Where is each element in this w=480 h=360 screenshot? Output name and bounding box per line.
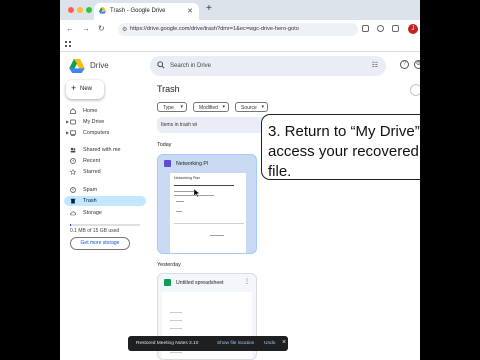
show-file-location-button[interactable]: Show file location xyxy=(217,341,254,346)
snackbar: Restored Meeting Notes 3.10 Show file lo… xyxy=(128,336,288,351)
star-icon xyxy=(70,169,76,175)
sidebar-item-spam[interactable]: Spam xyxy=(64,185,146,195)
storage-used-text: 0.1 MB of 15 GB used xyxy=(70,228,120,234)
cloud-icon xyxy=(70,211,76,216)
undo-button[interactable]: Undo xyxy=(264,341,275,346)
minimize-window-icon[interactable] xyxy=(77,7,83,13)
zoom-window-icon[interactable] xyxy=(86,7,92,13)
spam-icon xyxy=(70,187,76,193)
profile-avatar[interactable]: J xyxy=(408,24,418,34)
more-options-icon[interactable]: ⋮ xyxy=(244,278,250,285)
settings-icon[interactable]: ⚙ xyxy=(414,60,420,69)
apps-grid-icon[interactable] xyxy=(65,41,72,48)
clock-icon xyxy=(70,158,76,164)
file-name: Untitled spreadsheet xyxy=(176,280,224,286)
filter-type[interactable]: Type ▾ xyxy=(157,102,187,112)
plus-icon: + xyxy=(71,83,77,93)
install-app-icon[interactable] xyxy=(362,25,369,32)
snackbar-message: Restored Meeting Notes 3.10 xyxy=(136,341,199,346)
search-options-icon[interactable]: ☷ xyxy=(372,61,378,69)
site-info-icon[interactable]: ⚙ xyxy=(122,26,127,33)
reload-icon[interactable]: ↻ xyxy=(98,24,105,33)
chevron-down-icon: ▾ xyxy=(261,104,264,110)
sidebar-item-home[interactable]: Home xyxy=(64,106,146,116)
filter-label: Source xyxy=(241,105,257,111)
search-icon xyxy=(157,61,165,69)
sidebar-item-computers[interactable]: ▶ Computers xyxy=(64,128,146,138)
filter-label: Modified xyxy=(199,105,218,111)
docs-file-icon xyxy=(164,160,171,167)
filter-source[interactable]: Source ▾ xyxy=(235,102,268,112)
close-window-icon[interactable] xyxy=(68,7,74,13)
computer-icon xyxy=(70,130,76,136)
my-drive-icon xyxy=(70,119,76,125)
sidebar-item-shared[interactable]: Shared with me xyxy=(64,145,146,155)
sidebar-item-label: Recent xyxy=(83,158,101,164)
tutorial-callout: 3. Return to “My Drive” to access your r… xyxy=(261,114,420,180)
view-details-icon[interactable] xyxy=(410,84,420,96)
help-icon[interactable]: ? xyxy=(400,60,409,69)
file-name: Networking Pl xyxy=(176,161,209,167)
storage-usage-fill xyxy=(70,224,71,226)
sidebar-item-label: Storage xyxy=(83,210,102,216)
forward-icon[interactable]: → xyxy=(82,24,90,33)
browser-tab[interactable]: Trash - Google Drive ✕ xyxy=(94,3,199,20)
banner-text: Items in trash wi xyxy=(161,122,198,128)
expand-caret-icon[interactable]: ▶ xyxy=(66,119,69,124)
drive-logo-icon[interactable] xyxy=(68,59,86,73)
new-button[interactable]: + New xyxy=(66,80,104,99)
filter-modified[interactable]: Modified ▾ xyxy=(193,102,229,112)
sidebar-item-label: Home xyxy=(83,108,98,114)
sidebar-item-starred[interactable]: Starred xyxy=(64,167,146,177)
sidebar-item-label: Starred xyxy=(83,169,101,175)
search-input[interactable]: Search in Drive ☷ xyxy=(150,56,386,76)
bookmarks-bar xyxy=(60,38,420,52)
get-more-storage-button[interactable]: Get more storage xyxy=(70,237,130,250)
sidebar-item-recent[interactable]: Recent xyxy=(64,156,146,166)
thumbnail-title: Networking Plan xyxy=(174,176,201,180)
new-button-label: New xyxy=(80,86,93,92)
back-icon[interactable]: ← xyxy=(66,24,74,33)
search-placeholder: Search in Drive xyxy=(170,63,212,69)
drive-favicon-icon xyxy=(99,7,106,14)
close-snackbar-icon[interactable]: × xyxy=(282,339,286,346)
sidebar-item-label: Shared with me xyxy=(83,147,121,153)
new-tab-button[interactable]: + xyxy=(206,3,212,14)
sidebar-item-label: My Drive xyxy=(83,119,105,125)
sidebar-item-trash[interactable]: Trash xyxy=(64,196,146,206)
mouse-cursor-icon xyxy=(194,189,200,197)
address-toolbar: ← → ↻ ⚙ https://drive.google.com/drive/t… xyxy=(60,20,420,38)
url-bar[interactable]: ⚙ https://drive.google.com/drive/trash?d… xyxy=(118,23,358,36)
section-label: Today xyxy=(157,142,172,148)
sidebar-panel-icon[interactable] xyxy=(392,25,399,32)
sidebar-item-my-drive[interactable]: ▶ My Drive xyxy=(64,117,146,127)
product-name: Drive xyxy=(90,61,109,70)
shared-icon xyxy=(70,147,76,153)
bookmark-star-icon[interactable] xyxy=(377,25,384,32)
file-thumbnail: Networking Plan xyxy=(170,173,246,253)
sidebar-item-label: Spam xyxy=(83,187,98,193)
chevron-down-icon: ▾ xyxy=(180,104,183,110)
filter-label: Type xyxy=(163,105,174,111)
chevron-down-icon: ▾ xyxy=(222,104,225,110)
home-icon xyxy=(70,108,76,114)
close-tab-icon[interactable]: ✕ xyxy=(187,7,193,15)
tab-title: Trash - Google Drive xyxy=(110,8,166,14)
expand-caret-icon[interactable]: ▶ xyxy=(66,130,69,135)
file-card[interactable]: Networking Pl Networking Plan xyxy=(157,154,257,254)
url-text: https://drive.google.com/drive/trash?dmr… xyxy=(130,26,299,32)
section-label: Yesterday xyxy=(157,262,181,268)
page-title: Trash xyxy=(157,84,180,94)
storage-usage-bar xyxy=(70,224,140,226)
sidebar-item-label: Trash xyxy=(83,198,97,204)
trash-icon xyxy=(70,198,76,204)
sidebar-item-storage[interactable]: Storage xyxy=(64,208,146,218)
sidebar-item-label: Computers xyxy=(83,130,110,136)
callout-text: 3. Return to “My Drive” to access your r… xyxy=(268,123,420,180)
browser-window: Trash - Google Drive ✕ + ← → ↻ ⚙ https:/… xyxy=(60,0,420,360)
sheets-file-icon xyxy=(164,279,171,286)
tab-bar: Trash - Google Drive ✕ + xyxy=(60,0,420,20)
